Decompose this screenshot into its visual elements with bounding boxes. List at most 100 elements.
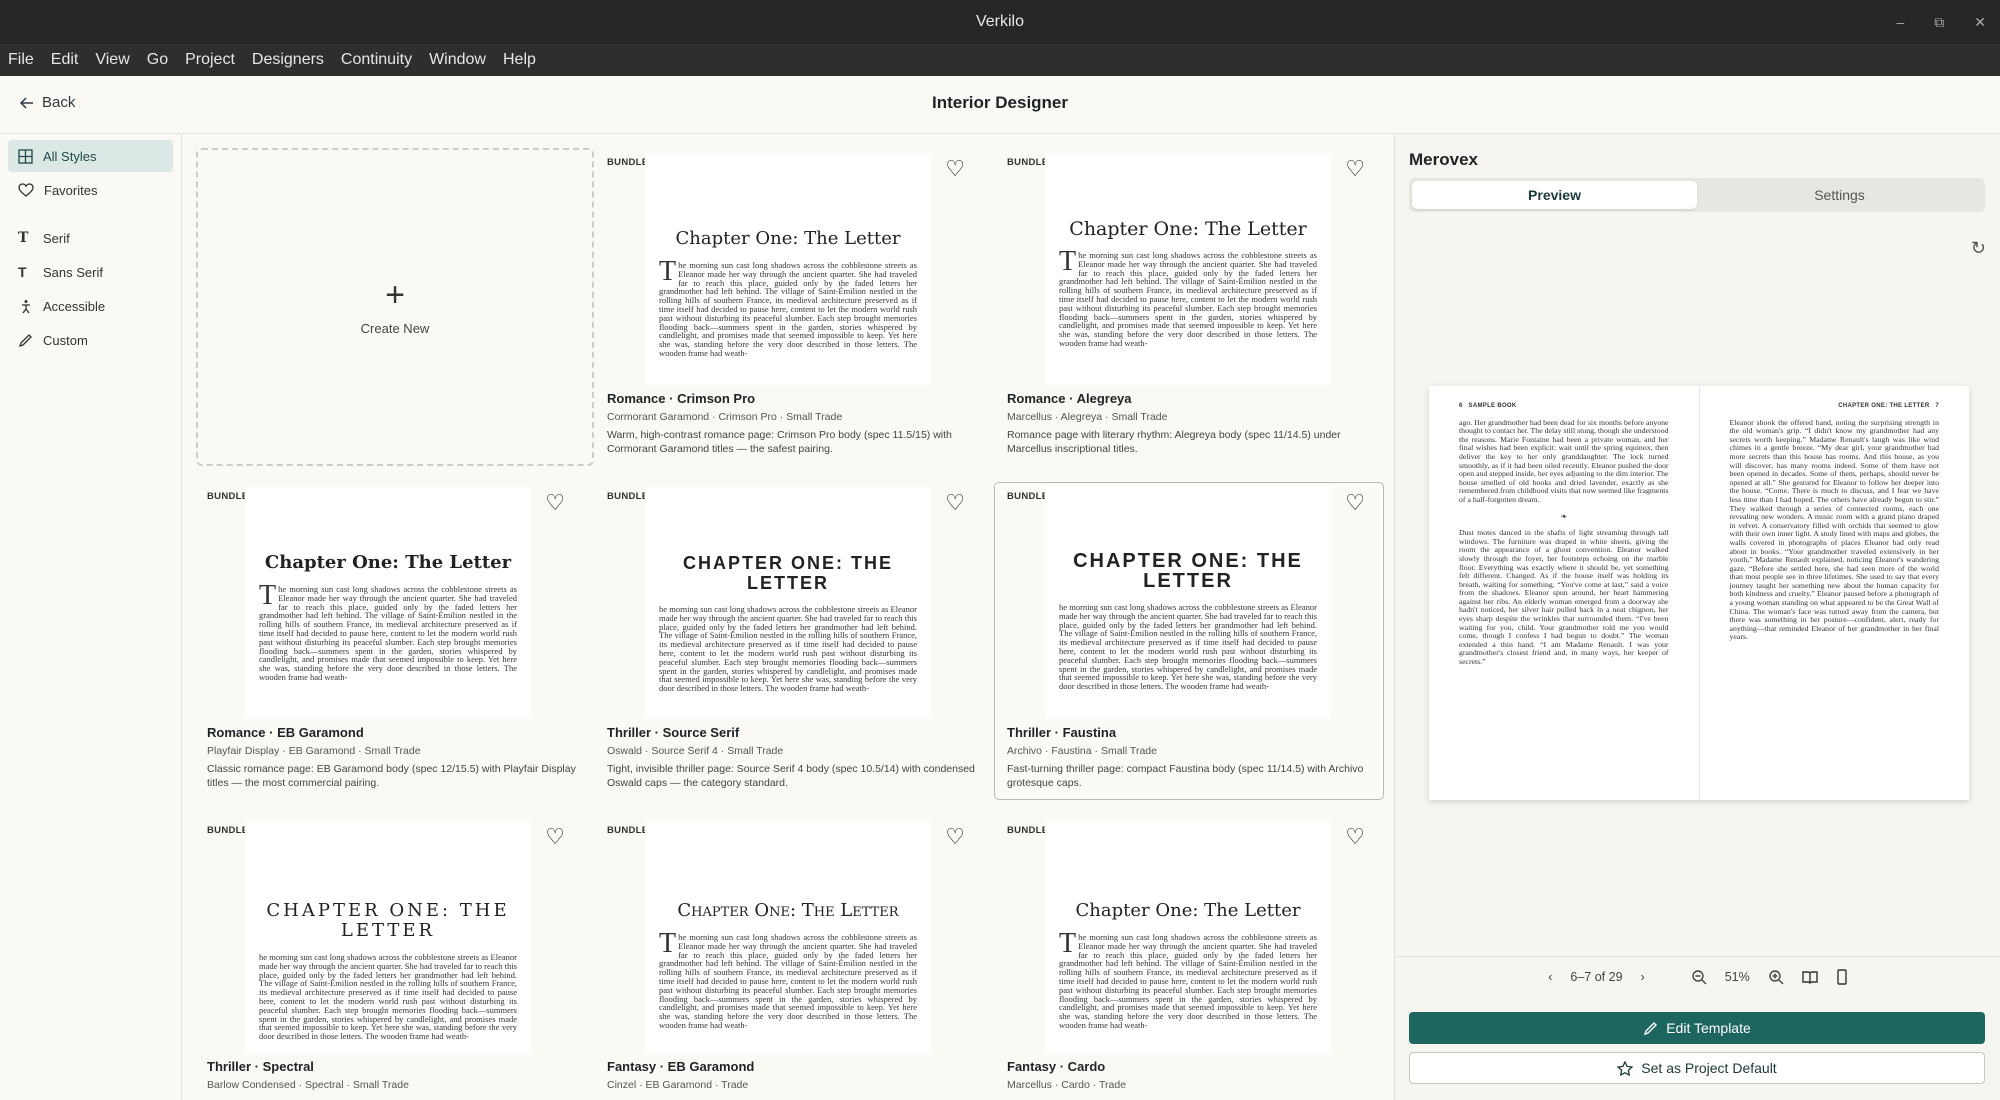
tab-settings[interactable]: Settings <box>1697 181 1982 209</box>
chapter-heading: Chapter One: The Letter <box>1069 218 1307 240</box>
sidebar-item-label: Serif <box>43 230 70 246</box>
heart-icon[interactable]: ♡ <box>1345 825 1365 849</box>
card-fonts: Oswald · Source Serif 4 · Small Trade <box>607 745 784 757</box>
sidebar-item-favorites[interactable]: Favorites <box>8 174 173 206</box>
sample-text: The morning sun cast long shadows across… <box>259 580 517 682</box>
card-info: Romance · Alegreya Marcellus · Alegreya … <box>1007 391 1377 456</box>
zoom-in-icon[interactable] <box>1768 969 1784 985</box>
card-title: Fantasy · Cardo <box>1007 1059 1106 1074</box>
menu-bar: File Edit View Go Project Designers Cont… <box>0 44 2000 76</box>
pencil-icon <box>1643 1021 1658 1036</box>
page-thumbnail: CHAPTER ONE: THE LETTER he morning sun c… <box>1045 487 1331 719</box>
menu-edit[interactable]: Edit <box>51 51 79 69</box>
accessibility-icon <box>18 299 33 314</box>
menu-project[interactable]: Project <box>185 51 235 69</box>
menu-file[interactable]: File <box>8 51 34 69</box>
style-card[interactable]: BUNDLED ♡ Chapter One: The Letter The mo… <box>194 482 584 796</box>
heart-icon <box>18 183 34 197</box>
menu-continuity[interactable]: Continuity <box>341 51 412 69</box>
page-thumbnail: Chapter One: The Letter The morning sun … <box>1045 821 1331 1053</box>
zoom-out-icon[interactable] <box>1691 969 1707 985</box>
style-card[interactable]: BUNDLED ♡ CHAPTER ONE: THE LETTER he mor… <box>194 816 584 1100</box>
single-page-icon[interactable] <box>1836 968 1848 985</box>
sidebar-item-custom[interactable]: Custom <box>8 324 173 356</box>
tab-preview[interactable]: Preview <box>1412 181 1697 209</box>
heart-icon[interactable]: ♡ <box>545 491 565 515</box>
sidebar-item-accessible[interactable]: Accessible <box>8 290 173 322</box>
type-icon: T <box>18 230 29 246</box>
sidebar-item-all-styles[interactable]: All Styles <box>8 140 173 172</box>
page-thumbnail: Chapter One: The Letter The morning sun … <box>1045 153 1331 385</box>
card-info: Fantasy · Cardo Marcellus · Cardo · Trad… <box>1007 1059 1377 1091</box>
sample-text: The morning sun cast long shadows across… <box>659 928 917 1030</box>
card-fonts: Marcellus · Alegreya · Small Trade <box>1007 411 1168 423</box>
card-title: Romance · Alegreya <box>1007 391 1132 406</box>
edit-template-button[interactable]: Edit Template <box>1409 1012 1985 1044</box>
left-page: 6 SAMPLE BOOK ago. Her grandmother had b… <box>1429 386 1699 800</box>
style-card[interactable]: BUNDLED ♡ Chapter One: The Letter The mo… <box>594 816 984 1100</box>
card-title: Fantasy · EB Garamond <box>607 1059 755 1074</box>
book-spread-icon[interactable] <box>1802 970 1818 984</box>
page-thumbnail: Chapter One: The Letter The morning sun … <box>645 153 931 385</box>
card-title: Thriller · Source Serif <box>607 725 740 740</box>
sidebar-item-sans-serif[interactable]: T Sans Serif <box>8 256 173 288</box>
style-card[interactable]: BUNDLED ♡ CHAPTER ONE: THE LETTER he mor… <box>594 482 984 796</box>
chapter-heading: Chapter One: The Letter <box>1075 900 1301 921</box>
heart-icon[interactable]: ♡ <box>945 491 965 515</box>
menu-view[interactable]: View <box>95 51 129 69</box>
menu-go[interactable]: Go <box>147 51 168 69</box>
refresh-icon[interactable]: ↻ <box>1971 238 1986 259</box>
page-navigation: ‹ 6–7 of 29 › 51% <box>1395 956 2000 996</box>
chevron-right-icon[interactable]: › <box>1641 970 1645 984</box>
sidebar-item-label: All Styles <box>43 148 97 164</box>
sample-text: The morning sun cast long shadows across… <box>659 256 917 358</box>
star-icon <box>1617 1060 1634 1076</box>
menu-help[interactable]: Help <box>503 51 536 69</box>
menu-designers[interactable]: Designers <box>252 51 324 69</box>
heart-icon[interactable]: ♡ <box>945 157 965 181</box>
maximize-icon[interactable]: ⧉ <box>1934 14 1944 31</box>
heart-icon[interactable]: ♡ <box>1345 491 1365 515</box>
right-page-text: Eleanor shook the offered hand, noting t… <box>1729 417 1940 642</box>
heart-icon[interactable]: ♡ <box>945 825 965 849</box>
edit-template-label: Edit Template <box>1666 1020 1751 1036</box>
sample-text: The morning sun cast long shadows across… <box>1059 928 1317 1030</box>
chapter-heading: CHAPTER ONE: THE LETTER <box>682 553 893 593</box>
sample-text: he morning sun cast long shadows across … <box>659 604 917 694</box>
set-default-label: Set as Project Default <box>1641 1060 1777 1076</box>
card-info: Romance · EB Garamond Playfair Display ·… <box>207 725 577 790</box>
create-new-card[interactable]: + Create New <box>196 148 594 466</box>
style-card[interactable]: BUNDLED ♡ Chapter One: The Letter The mo… <box>994 816 1384 1100</box>
card-fonts: Cinzel · EB Garamond · Trade <box>607 1079 749 1091</box>
book-spread-preview: 6 SAMPLE BOOK ago. Her grandmother had b… <box>1429 386 1969 800</box>
chevron-left-icon[interactable]: ‹ <box>1548 970 1552 984</box>
window-title: Verkilo <box>975 13 1025 30</box>
page-thumbnail: CHAPTER ONE: THE LETTER he morning sun c… <box>245 821 531 1053</box>
menu-window[interactable]: Window <box>429 51 486 69</box>
pen-icon <box>18 333 33 348</box>
left-page-text: ago. Her grandmother had been dead for s… <box>1459 417 1669 504</box>
heart-icon[interactable]: ♡ <box>1345 157 1365 181</box>
card-info: Thriller · Faustina Archivo · Faustina ·… <box>1007 725 1377 790</box>
preview-tabs: Preview Settings <box>1409 178 1985 212</box>
card-info: Fantasy · EB Garamond Cinzel · EB Garamo… <box>607 1059 977 1091</box>
sample-text: he morning sun cast long shadows across … <box>1059 602 1317 692</box>
style-card[interactable]: BUNDLED ♡ Chapter One: The Letter The mo… <box>994 148 1384 462</box>
page-header: Back Interior Designer <box>0 76 2000 134</box>
plus-icon: + <box>385 275 405 314</box>
chapter-heading: Chapter One: The Letter <box>675 228 901 249</box>
card-info: Thriller · Source Serif Oswald · Source … <box>607 725 977 790</box>
close-icon[interactable]: ✕ <box>1974 14 1986 31</box>
card-title: Romance · Crimson Pro <box>607 391 756 406</box>
running-header-right: CHAPTER ONE: THE LETTER 7 <box>1838 403 1939 409</box>
style-card-selected[interactable]: BUNDLED ♡ CHAPTER ONE: THE LETTER he mor… <box>994 482 1384 800</box>
card-description: Classic romance page: EB Garamond body (… <box>207 763 576 789</box>
running-header-left: 6 SAMPLE BOOK <box>1459 403 1517 409</box>
style-card[interactable]: BUNDLED ♡ Chapter One: The Letter The mo… <box>594 148 984 462</box>
sidebar-item-serif[interactable]: T Serif <box>8 222 173 254</box>
style-grid: + Create New BUNDLED ♡ Chapter One: The … <box>182 134 1394 1100</box>
set-project-default-button[interactable]: Set as Project Default <box>1409 1052 1985 1084</box>
heart-icon[interactable]: ♡ <box>545 825 565 849</box>
minimize-icon[interactable]: – <box>1896 14 1904 30</box>
